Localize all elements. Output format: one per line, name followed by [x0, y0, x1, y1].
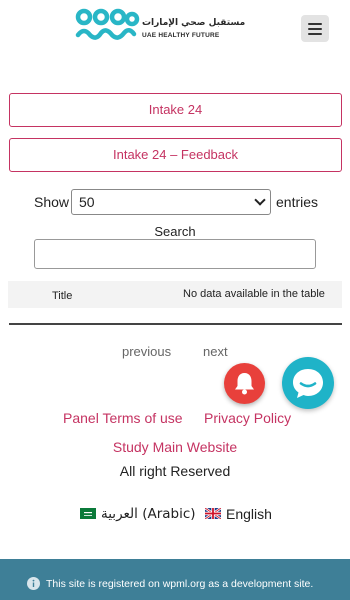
- chat-widget-button[interactable]: [282, 357, 334, 409]
- entries-select[interactable]: 50: [71, 189, 271, 215]
- chat-bubble-icon: [293, 369, 323, 398]
- column-header-title[interactable]: Title: [52, 290, 72, 302]
- bell-icon: [235, 373, 254, 395]
- table-empty-message: No data available in the table: [183, 288, 325, 300]
- logo-mark-icon: [75, 8, 140, 40]
- notification-bell-button[interactable]: [224, 363, 265, 404]
- language-arabic-label: العربية (Arabic): [101, 506, 196, 522]
- logo-arabic-text: مستقبل صحي الإمارات: [142, 18, 246, 28]
- search-label: Search: [154, 224, 196, 239]
- show-entries-row: Show 50 entries: [0, 189, 350, 215]
- entries-select-value: 50: [79, 194, 95, 210]
- intake-24-feedback-button[interactable]: Intake 24 – Feedback: [9, 138, 342, 172]
- uk-flag-icon: [205, 508, 221, 519]
- wpml-notice-bar: This site is registered on wpml.org as a…: [0, 559, 350, 600]
- logo-english-text: UAE HEALTHY FUTURE: [142, 32, 220, 39]
- site-logo[interactable]: مستقبل صحي الإمارات UAE HEALTHY FUTURE: [74, 7, 245, 43]
- table-divider: [9, 323, 342, 325]
- search-input[interactable]: [34, 239, 316, 269]
- next-page-button[interactable]: next: [203, 344, 228, 359]
- saudi-flag-icon: [80, 508, 96, 519]
- study-main-website-link[interactable]: Study Main Website: [0, 439, 350, 455]
- data-table-header: Title No data available in the table: [8, 281, 342, 308]
- intake-24-button[interactable]: Intake 24: [9, 93, 342, 127]
- copyright-text: All right Reserved: [119, 463, 231, 479]
- wpml-notice-text: This site is registered on wpml.org as a…: [46, 578, 314, 590]
- previous-page-button[interactable]: previous: [122, 344, 171, 359]
- privacy-policy-link[interactable]: Privacy Policy: [204, 410, 291, 426]
- info-icon: [27, 577, 40, 590]
- language-english-label: English: [226, 506, 272, 522]
- show-label: Show: [34, 194, 70, 210]
- hamburger-icon: [308, 23, 322, 25]
- hamburger-menu-button[interactable]: [301, 15, 329, 42]
- site-header: مستقبل صحي الإمارات UAE HEALTHY FUTURE: [0, 0, 350, 58]
- chevron-down-icon: [254, 194, 266, 206]
- terms-of-use-link[interactable]: Panel Terms of use: [63, 410, 183, 426]
- entries-label: entries: [276, 194, 319, 210]
